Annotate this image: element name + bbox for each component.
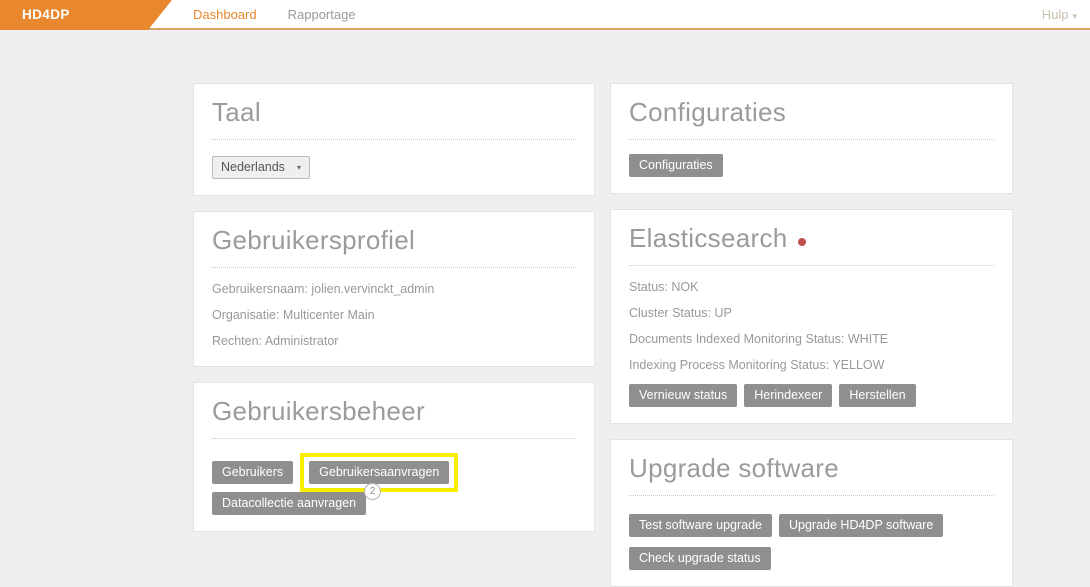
nav-tabs: Dashboard Rapportage xyxy=(193,0,356,30)
card-gebruikersprofiel-title: Gebruikersprofiel xyxy=(212,225,576,268)
chevron-down-icon: ▾ xyxy=(297,163,301,172)
datacollectie-button-wrap: Datacollectie aanvragen 2 xyxy=(212,492,373,515)
herstellen-button[interactable]: Herstellen xyxy=(839,384,915,407)
profile-username: Gebruikersnaam: jolien.vervinckt_admin xyxy=(212,282,576,296)
left-column: Taal Nederlands ▾ Gebruikersprofiel Gebr… xyxy=(193,83,595,532)
help-menu[interactable]: Hulp▾ xyxy=(1042,0,1077,31)
es-status: Status: NOK xyxy=(629,280,994,294)
upgrade-hd4dp-software-button[interactable]: Upgrade HD4DP software xyxy=(779,514,943,537)
tab-dashboard[interactable]: Dashboard xyxy=(193,0,257,30)
card-upgrade-software: Upgrade software Test software upgrade U… xyxy=(610,439,1013,587)
help-menu-label: Hulp xyxy=(1042,7,1069,22)
card-gebruikersbeheer: Gebruikersbeheer Gebruikers Gebruikersaa… xyxy=(193,382,595,532)
card-taal: Taal Nederlands ▾ xyxy=(193,83,595,196)
top-navbar: HD4DP Dashboard Rapportage Hulp▾ xyxy=(0,0,1090,30)
dashboard-page: HD4DP Dashboard Rapportage Hulp▾ Taal Ne… xyxy=(0,0,1090,515)
dashboard-content: Taal Nederlands ▾ Gebruikersprofiel Gebr… xyxy=(0,30,1090,587)
elasticsearch-buttons: Vernieuw status Herindexeer Herstellen xyxy=(629,384,994,407)
check-upgrade-status-button[interactable]: Check upgrade status xyxy=(629,547,771,570)
language-select-value: Nederlands xyxy=(221,160,285,174)
datacollectie-count-badge: 2 xyxy=(364,483,381,500)
es-indexing-process-status: Indexing Process Monitoring Status: YELL… xyxy=(629,358,994,372)
configuraties-button[interactable]: Configuraties xyxy=(629,154,723,177)
datacollectie-aanvragen-button[interactable]: Datacollectie aanvragen xyxy=(212,492,366,515)
gebruikers-button[interactable]: Gebruikers xyxy=(212,461,293,484)
test-software-upgrade-button[interactable]: Test software upgrade xyxy=(629,514,772,537)
language-select[interactable]: Nederlands ▾ xyxy=(212,156,310,179)
gebruikersbeheer-buttons: Gebruikers Gebruikersaanvragen Datacolle… xyxy=(212,453,576,515)
card-gebruikersprofiel: Gebruikersprofiel Gebruikersnaam: jolien… xyxy=(193,211,595,367)
configuraties-buttons: Configuraties xyxy=(629,154,994,177)
profile-organisation: Organisatie: Multicenter Main xyxy=(212,308,576,322)
card-configuraties: Configuraties Configuraties xyxy=(610,83,1013,194)
profile-rights: Rechten: Administrator xyxy=(212,334,576,348)
tab-rapportage[interactable]: Rapportage xyxy=(288,0,356,30)
caret-down-icon: ▾ xyxy=(1072,11,1077,21)
card-gebruikersbeheer-title: Gebruikersbeheer xyxy=(212,396,576,439)
upgrade-buttons-row1: Test software upgrade Upgrade HD4DP soft… xyxy=(629,514,994,537)
es-documents-indexed-status: Documents Indexed Monitoring Status: WHI… xyxy=(629,332,994,346)
herindexeer-button[interactable]: Herindexeer xyxy=(744,384,832,407)
card-elasticsearch: Elasticsearch Status: NOK Cluster Status… xyxy=(610,209,1013,424)
elasticsearch-title-text: Elasticsearch xyxy=(629,223,788,254)
gebruikersaanvragen-button[interactable]: Gebruikersaanvragen xyxy=(309,461,449,484)
app-logo: HD4DP xyxy=(0,0,172,30)
upgrade-buttons-row2: Check upgrade status xyxy=(629,547,994,570)
right-column: Configuraties Configuraties Elasticsearc… xyxy=(610,83,1013,587)
card-configuraties-title: Configuraties xyxy=(629,97,994,140)
card-elasticsearch-title: Elasticsearch xyxy=(629,223,994,266)
card-taal-title: Taal xyxy=(212,97,576,140)
es-cluster-status: Cluster Status: UP xyxy=(629,306,994,320)
vernieuw-status-button[interactable]: Vernieuw status xyxy=(629,384,737,407)
card-upgrade-software-title: Upgrade software xyxy=(629,453,994,496)
status-dot-icon xyxy=(798,238,806,246)
